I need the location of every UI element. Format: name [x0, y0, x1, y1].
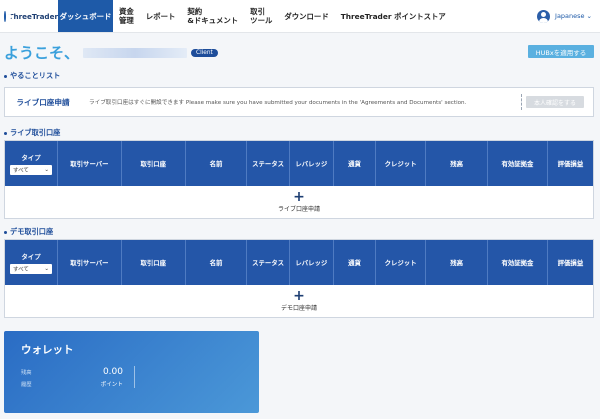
type-select[interactable]: すべて ⌄ [10, 164, 52, 175]
column-header[interactable]: 名前 [186, 240, 248, 285]
logo[interactable]: ThreeTrader [0, 0, 58, 32]
todo-card: ライブ口座申請 ライブ取引口座はすぐに開設できます Please make su… [4, 87, 594, 117]
welcome-row: ようこそ、 Client [4, 42, 218, 63]
language-select[interactable]: Japanese ⌄ [555, 12, 592, 20]
nav-contract[interactable]: 契約 &ドキュメント [181, 0, 244, 32]
nav-label: ダッシュボード [59, 11, 112, 21]
column-header[interactable]: 取引口座 [122, 141, 186, 186]
table-header: タイプすべて ⌄ 取引サーバー 取引口座 名前 ステータス レバレッジ 通貨 クレジット 残高 有効… [5, 240, 593, 285]
add-account-label[interactable]: ライブ口座申請 [278, 204, 320, 213]
live-section-title: ライブ取引口座 [4, 128, 60, 138]
language-label: Japanese [555, 12, 585, 20]
add-account-area[interactable]: + ライブ口座申請 [5, 186, 593, 218]
user-avatar-icon[interactable] [537, 9, 551, 23]
todo-message: ライブ取引口座はすぐに開設できます Please make sure you h… [89, 100, 467, 106]
todo-label: ライブ口座申請 [16, 97, 70, 107]
type-select-value: すべて [13, 167, 29, 174]
wallet-unit: ポイント [100, 382, 123, 388]
column-header[interactable]: レバレッジ [290, 240, 334, 285]
nav-label: ThreeTrader ポイントストア [340, 11, 446, 21]
plus-icon[interactable]: + [293, 289, 305, 303]
top-nav: ThreeTrader ダッシュボード 資金 管理 レポート 契約 &ドキュメント 取引 ツー… [0, 0, 600, 33]
live-accounts-table: タイプすべて ⌄ 取引サーバー 取引口座 名前 ステータス レバレッジ 通貨 クレジット 残高 有効… [4, 140, 594, 219]
nav-label: 契約 [187, 7, 203, 16]
nav-dashboard[interactable]: ダッシュボード [58, 0, 113, 32]
type-select[interactable]: すべて ⌄ [10, 263, 52, 274]
nav-report[interactable]: レポート [140, 0, 182, 32]
wallet-history-label[interactable]: 履歴 [21, 380, 32, 388]
client-badge: Client [191, 48, 218, 57]
nav-tools[interactable]: 取引 ツール [244, 0, 278, 32]
column-header[interactable]: ステータス [247, 240, 290, 285]
nav-label: 資金 [119, 7, 134, 16]
todo-section-title: やることリスト [4, 71, 60, 81]
add-account-label[interactable]: デモ口座申請 [281, 303, 317, 312]
nav-pointstore[interactable]: ThreeTrader ポイントストア [335, 0, 452, 32]
column-header[interactable]: 有効証拠金 [488, 141, 548, 186]
column-header[interactable]: クレジット [376, 240, 427, 285]
nav-label: &ドキュメント [187, 16, 239, 25]
demo-accounts-table: タイプすべて ⌄ 取引サーバー 取引口座 名前 ステータス レバレッジ 通貨 クレジット 残高 有効… [4, 239, 594, 318]
col-type-label: タイプ [21, 153, 41, 162]
column-header[interactable]: 残高 [426, 141, 488, 186]
wallet-balance-label: 残高 [21, 370, 32, 376]
wallet-divider [134, 366, 135, 388]
wallet-card: ウォレット 残高 履歴 0.00 ポイント [4, 331, 259, 413]
nav-funds[interactable]: 資金 管理 [113, 0, 140, 32]
column-header[interactable]: 有効証拠金 [488, 240, 548, 285]
column-header[interactable]: 取引口座 [122, 240, 186, 285]
column-header[interactable]: レバレッジ [290, 141, 334, 186]
column-header[interactable]: 評価損益 [548, 240, 593, 285]
demo-title: デモ取引口座 [10, 227, 54, 236]
nav-label: ダウンロード [284, 11, 329, 21]
live-title: ライブ取引口座 [10, 128, 61, 137]
welcome-text: ようこそ、 [4, 44, 80, 62]
column-header[interactable]: 名前 [186, 141, 248, 186]
nav-label: 取引 [250, 7, 265, 16]
verify-identity-button[interactable]: 本人確認をする [526, 96, 584, 108]
wallet-value: 0.00 [102, 367, 123, 377]
plus-icon[interactable]: + [293, 190, 305, 204]
bullet-icon [4, 74, 7, 78]
column-header[interactable]: 残高 [426, 240, 488, 285]
col-type: タイプすべて ⌄ [5, 141, 59, 186]
logo-text: ThreeTrader [8, 11, 58, 21]
chevron-down-icon: ⌄ [44, 166, 49, 173]
chevron-down-icon: ⌄ [44, 265, 49, 272]
column-header[interactable]: 評価損益 [548, 141, 593, 186]
col-type-label: タイプ [21, 252, 41, 261]
demo-section-title: デモ取引口座 [4, 227, 53, 237]
col-type: タイプすべて ⌄ [5, 240, 59, 285]
type-select-value: すべて [13, 266, 29, 273]
column-header[interactable]: 取引サーバー [58, 240, 122, 285]
wallet-title: ウォレット [21, 344, 74, 356]
nav-label: 管理 [119, 16, 134, 25]
column-header[interactable]: ステータス [247, 141, 290, 186]
column-header[interactable]: 取引サーバー [58, 141, 122, 186]
add-account-area[interactable]: + デモ口座申請 [5, 285, 593, 317]
chevron-down-icon: ⌄ [586, 12, 592, 20]
nav-download[interactable]: ダウンロード [278, 0, 334, 32]
column-header[interactable]: クレジット [376, 141, 427, 186]
bullet-icon [4, 131, 7, 135]
todo-divider [521, 94, 522, 110]
todo-title: やることリスト [10, 71, 61, 80]
bullet-icon [4, 230, 7, 234]
hubx-button[interactable]: HUBxを適用する [528, 45, 594, 58]
nav-label: ツール [250, 16, 273, 25]
column-header[interactable]: 通貨 [334, 141, 377, 186]
table-header: タイプすべて ⌄ 取引サーバー 取引口座 名前 ステータス レバレッジ 通貨 クレジット 残高 有効… [5, 141, 593, 186]
logo-icon [4, 10, 11, 22]
column-header[interactable]: 通貨 [334, 240, 377, 285]
username-redacted [83, 47, 188, 58]
nav-label: レポート [145, 11, 176, 21]
